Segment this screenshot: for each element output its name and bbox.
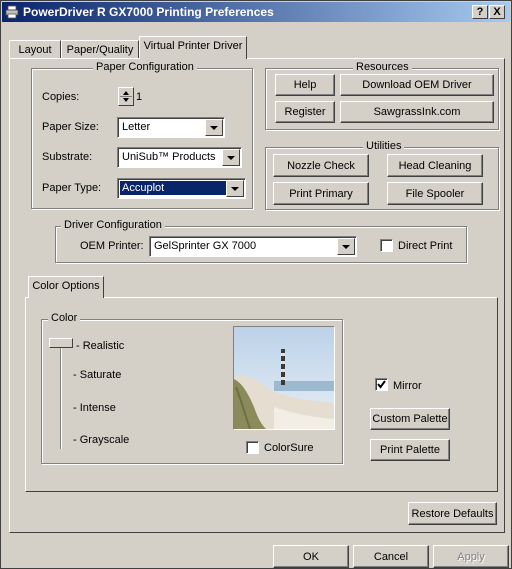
sawgrassink-button[interactable]: SawgrassInk.com (340, 101, 494, 123)
color-level-realistic[interactable]: - Realistic (76, 340, 124, 352)
lighthouse-beach-image (234, 327, 334, 429)
chevron-down-icon[interactable] (205, 119, 223, 136)
help-title-button[interactable]: ? (472, 5, 488, 19)
checkmark-icon (377, 380, 386, 389)
preferences-window: PowerDriver R GX7000 Printing Preference… (0, 0, 512, 569)
color-slider-thumb[interactable] (49, 338, 73, 348)
mirror-checkbox[interactable] (375, 378, 388, 391)
paper-configuration-legend: Paper Configuration (93, 61, 197, 74)
title-bar[interactable]: PowerDriver R GX7000 Printing Preference… (2, 2, 510, 22)
download-oem-driver-button[interactable]: Download OEM Driver (340, 74, 494, 96)
paper-size-label: Paper Size: (42, 121, 99, 133)
utilities-legend: Utilities (363, 140, 405, 153)
copies-spinner[interactable] (118, 87, 134, 106)
spin-arrows-icon (120, 91, 132, 102)
chevron-down-icon[interactable] (222, 149, 240, 166)
substrate-label: Substrate: (42, 151, 93, 163)
chevron-down-icon[interactable] (337, 238, 355, 255)
tab-layout[interactable]: Layout (9, 40, 61, 60)
substrate-value: UniSub™ Products (122, 151, 216, 163)
color-level-intense[interactable]: - Intense (73, 402, 116, 414)
direct-print-checkbox[interactable] (380, 239, 393, 252)
apply-button[interactable]: Apply (433, 545, 509, 568)
paper-type-label: Paper Type: (42, 182, 102, 194)
ok-button[interactable]: OK (273, 545, 349, 568)
paper-size-value: Letter (122, 121, 151, 133)
print-palette-button[interactable]: Print Palette (370, 439, 450, 461)
register-button[interactable]: Register (275, 101, 335, 123)
color-slider-track[interactable] (60, 343, 62, 449)
cancel-button[interactable]: Cancel (353, 545, 429, 568)
mirror-label[interactable]: Mirror (393, 379, 422, 393)
paper-type-value: Accuplot (120, 181, 227, 195)
tab-virtual-printer-driver[interactable]: Virtual Printer Driver (139, 36, 247, 59)
chevron-down-icon[interactable] (226, 180, 244, 197)
colorsure-label[interactable]: ColorSure (264, 441, 314, 455)
restore-defaults-button[interactable]: Restore Defaults (408, 502, 497, 525)
oem-printer-label: OEM Printer: (80, 240, 144, 252)
colorsure-checkbox[interactable] (246, 441, 259, 454)
close-title-button[interactable]: X (489, 5, 505, 19)
printer-icon (5, 5, 19, 19)
print-primary-button[interactable]: Print Primary (273, 182, 369, 205)
help-button[interactable]: Help (275, 74, 335, 96)
nozzle-check-button[interactable]: Nozzle Check (273, 154, 369, 177)
color-level-saturate[interactable]: - Saturate (73, 369, 121, 381)
driver-configuration-legend: Driver Configuration (61, 219, 165, 232)
file-spooler-button[interactable]: File Spooler (387, 182, 483, 205)
substrate-combo[interactable]: UniSub™ Products (117, 147, 242, 168)
oem-printer-combo[interactable]: GelSprinter GX 7000 (149, 236, 357, 257)
color-preview-image (233, 326, 335, 430)
paper-type-combo[interactable]: Accuplot (117, 178, 246, 199)
paper-size-combo[interactable]: Letter (117, 117, 225, 138)
resources-legend: Resources (353, 61, 412, 74)
custom-palette-button[interactable]: Custom Palette (370, 408, 450, 430)
tab-color-options[interactable]: Color Options (28, 276, 104, 298)
direct-print-label[interactable]: Direct Print (398, 239, 452, 253)
copies-label: Copies: (42, 91, 80, 103)
copies-value[interactable]: 1 (136, 90, 142, 104)
oem-printer-value: GelSprinter GX 7000 (154, 240, 257, 252)
color-level-grayscale[interactable]: - Grayscale (73, 434, 129, 446)
window-title: PowerDriver R GX7000 Printing Preference… (23, 5, 274, 19)
color-legend: Color (48, 312, 81, 325)
head-cleaning-button[interactable]: Head Cleaning (387, 154, 483, 177)
tab-paper-quality[interactable]: Paper/Quality (61, 40, 139, 60)
